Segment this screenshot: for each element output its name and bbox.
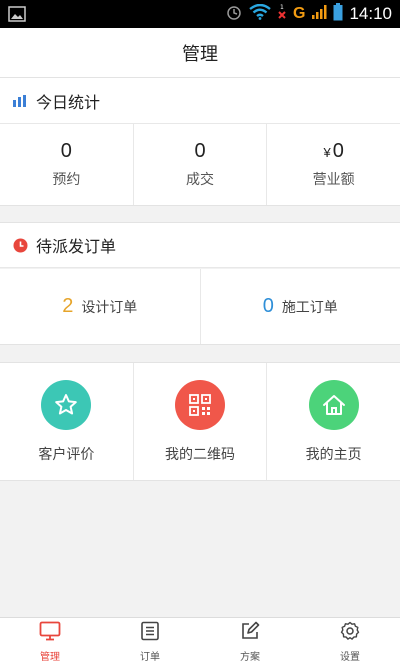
stat-deals[interactable]: 0 成交: [134, 124, 268, 205]
page-header: 管理: [0, 28, 400, 78]
network-type: G: [293, 5, 306, 22]
tab-label: 方案: [240, 652, 260, 663]
status-bar: 1 G 14:10: [0, 0, 400, 28]
sim-error-icon: 1: [277, 3, 287, 25]
list-icon: [140, 621, 160, 645]
my-homepage-button[interactable]: 我的主页: [267, 363, 400, 480]
stat-label: 成交: [186, 172, 214, 188]
order-count: 0: [262, 295, 274, 317]
construction-orders[interactable]: 0 施工订单: [201, 269, 400, 344]
stat-label: 预约: [52, 172, 81, 188]
stat-label: 营业额: [312, 172, 355, 188]
order-label: 施工订单: [281, 299, 338, 316]
home-icon: [308, 379, 359, 430]
monitor-icon: [39, 621, 61, 645]
stat-revenue[interactable]: ¥0 营业额: [267, 124, 400, 205]
section-title: 待派发订单: [36, 237, 117, 256]
image-icon: [8, 6, 26, 22]
clock-icon: [12, 237, 28, 253]
star-icon: [41, 379, 92, 430]
stat-value: 0: [194, 140, 206, 162]
design-orders[interactable]: 2 设计订单: [0, 269, 201, 344]
order-count: 2: [62, 295, 74, 317]
tab-plans[interactable]: 方案: [200, 618, 300, 666]
shortcut-label: 我的主页: [305, 446, 362, 463]
customer-reviews-button[interactable]: 客户评价: [0, 363, 134, 480]
alarm-icon: [225, 3, 243, 25]
qrcode-icon: [175, 379, 225, 430]
stat-value: 0: [60, 140, 72, 162]
today-stats-header: 今日统计: [0, 78, 400, 124]
shortcut-label: 客户评价: [38, 446, 95, 463]
stat-appointments[interactable]: 0 预约: [0, 124, 134, 205]
shortcut-label: 我的二维码: [165, 446, 235, 463]
revenue-value: 0: [332, 140, 344, 162]
today-stats: 0 预约 0 成交 ¥0 营业额: [0, 124, 400, 206]
bar-chart-icon: [12, 93, 28, 109]
wifi-icon: [249, 3, 271, 24]
clock: 14:10: [349, 4, 392, 23]
pending-orders-header: 待派发订单: [0, 222, 400, 268]
page-title: 管理: [182, 43, 218, 65]
order-label: 设计订单: [81, 299, 138, 316]
bottom-tab-bar: 管理 订单 方案 设置: [0, 617, 400, 666]
svg-text:1: 1: [280, 4, 284, 11]
battery-icon: [333, 3, 343, 25]
pending-orders: 2 设计订单 0 施工订单: [0, 269, 400, 345]
gear-icon: [340, 621, 360, 645]
shortcut-grid: 客户评价 我的二维码 我的主页: [0, 362, 400, 481]
tab-orders[interactable]: 订单: [100, 618, 200, 666]
tab-label: 设置: [340, 652, 360, 663]
tab-settings[interactable]: 设置: [300, 618, 400, 666]
my-qrcode-button[interactable]: 我的二维码: [134, 363, 268, 480]
section-title: 今日统计: [36, 92, 101, 112]
currency-symbol: ¥: [323, 145, 331, 160]
edit-icon: [240, 621, 260, 645]
signal-icon: [311, 4, 327, 24]
tab-label: 管理: [40, 652, 60, 663]
tab-manage[interactable]: 管理: [0, 618, 100, 666]
tab-label: 订单: [140, 652, 160, 663]
stat-value: ¥0: [324, 140, 344, 163]
